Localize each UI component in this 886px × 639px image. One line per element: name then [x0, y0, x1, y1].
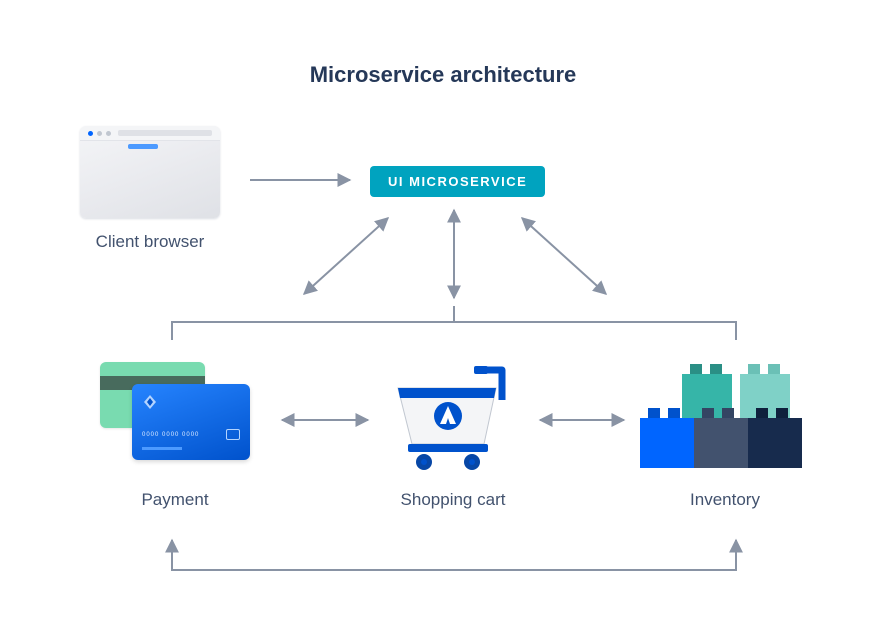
payment-label: Payment [100, 490, 250, 510]
client-browser-label: Client browser [80, 232, 220, 252]
edge-ui-to-inventory [522, 218, 606, 294]
connectors [0, 0, 886, 639]
shopping-cart-label: Shopping cart [378, 490, 528, 510]
shopping-cart-icon [388, 358, 518, 476]
inventory-icon [640, 364, 816, 474]
ui-microservice-node: UI MICROSERVICE [370, 166, 545, 197]
edge-ui-to-payment [304, 218, 388, 294]
edge-payment-to-inventory [172, 540, 736, 570]
diagram-title: Microservice architecture [0, 62, 886, 88]
client-browser-icon [80, 126, 220, 218]
payment-icon: 0000 0000 0000 [100, 362, 250, 468]
inventory-label: Inventory [650, 490, 800, 510]
bracket [172, 306, 736, 340]
